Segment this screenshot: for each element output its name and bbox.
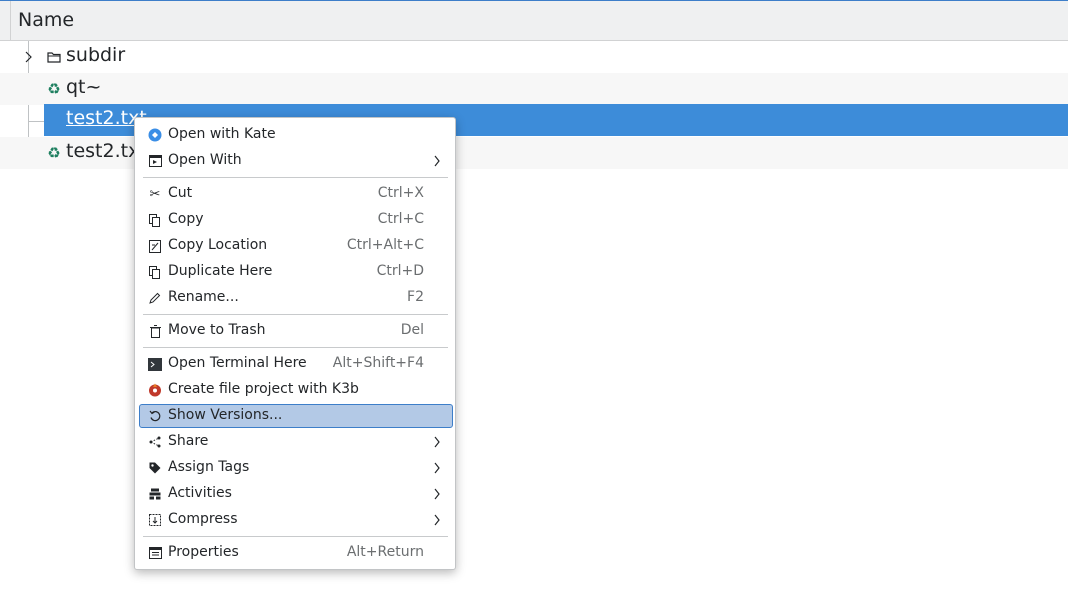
column-header-name[interactable]: Name bbox=[18, 9, 74, 31]
menu-item-label: Rename... bbox=[168, 289, 239, 305]
menu-item-move-to-trash[interactable]: Move to Trash Del bbox=[139, 319, 453, 343]
chevron-right-icon[interactable] bbox=[23, 50, 35, 64]
menu-item-label: Open With bbox=[168, 152, 242, 168]
context-menu: Open with Kate Open With ✂ Cut Ctrl+X Co… bbox=[134, 117, 456, 570]
column-header: Name bbox=[0, 0, 1068, 41]
menu-separator bbox=[143, 347, 448, 348]
trash-icon bbox=[147, 323, 163, 339]
menu-item-label: Share bbox=[168, 433, 209, 449]
file-row[interactable]: subdir bbox=[0, 41, 1068, 73]
file-view: Name subdir ♻ qt~ test2.txt ♻ test2.txt … bbox=[0, 0, 1068, 606]
kate-icon bbox=[147, 127, 163, 143]
menu-item-label: Move to Trash bbox=[168, 322, 266, 338]
menu-item-label: Compress bbox=[168, 511, 238, 527]
file-name: subdir bbox=[66, 44, 126, 66]
menu-item-duplicate-here[interactable]: Duplicate Here Ctrl+D bbox=[139, 260, 453, 284]
menu-item-open-with[interactable]: Open With bbox=[139, 149, 453, 173]
header-separator bbox=[10, 1, 11, 41]
pencil-icon bbox=[147, 290, 163, 306]
menu-item-show-versions[interactable]: Show Versions... bbox=[139, 404, 453, 428]
menu-item-rename[interactable]: Rename... F2 bbox=[139, 286, 453, 310]
k3b-icon bbox=[147, 382, 163, 398]
chevron-right-icon bbox=[434, 488, 440, 500]
menu-item-label: Show Versions... bbox=[168, 407, 283, 423]
menu-item-copy-location[interactable]: Copy Location Ctrl+Alt+C bbox=[139, 234, 453, 258]
menu-item-label: Activities bbox=[168, 485, 232, 501]
menu-item-open-with-kate[interactable]: Open with Kate bbox=[139, 123, 453, 147]
file-name: qt~ bbox=[66, 76, 102, 98]
chevron-right-icon bbox=[434, 514, 440, 526]
history-icon bbox=[147, 408, 163, 424]
menu-item-label: Open Terminal Here bbox=[168, 355, 307, 371]
menu-separator bbox=[143, 536, 448, 537]
activities-icon bbox=[147, 486, 163, 502]
menu-item-shortcut: Ctrl+C bbox=[377, 211, 424, 227]
terminal-icon bbox=[147, 356, 163, 372]
menu-item-copy[interactable]: Copy Ctrl+C bbox=[139, 208, 453, 232]
menu-item-shortcut: Ctrl+D bbox=[376, 263, 424, 279]
menu-separator bbox=[143, 177, 448, 178]
chevron-right-icon bbox=[434, 155, 440, 167]
menu-item-label: Duplicate Here bbox=[168, 263, 273, 279]
folder-icon bbox=[46, 49, 62, 65]
menu-item-shortcut: Del bbox=[400, 322, 424, 338]
compress-icon bbox=[147, 512, 163, 528]
properties-icon bbox=[147, 545, 163, 561]
menu-item-label: Properties bbox=[168, 544, 239, 560]
menu-item-share[interactable]: Share bbox=[139, 430, 453, 454]
menu-item-shortcut: Alt+Shift+F4 bbox=[332, 355, 424, 371]
menu-item-properties[interactable]: Properties Alt+Return bbox=[139, 541, 453, 565]
scissors-icon: ✂ bbox=[149, 186, 161, 202]
chevron-right-icon bbox=[434, 462, 440, 474]
menu-item-shortcut: F2 bbox=[407, 289, 424, 305]
menu-item-shortcut: Alt+Return bbox=[346, 544, 424, 560]
recycle-icon: ♻ bbox=[47, 144, 61, 162]
recycle-icon: ♻ bbox=[47, 80, 61, 98]
copy-icon bbox=[147, 212, 163, 228]
menu-item-activities[interactable]: Activities bbox=[139, 482, 453, 506]
menu-item-label: Assign Tags bbox=[168, 459, 250, 475]
menu-item-create-k3b-project[interactable]: Create file project with K3b bbox=[139, 378, 453, 402]
menu-item-label: Cut bbox=[168, 185, 193, 201]
share-icon bbox=[147, 434, 163, 450]
menu-item-label: Copy Location bbox=[168, 237, 268, 253]
menu-item-shortcut: Ctrl+Alt+C bbox=[346, 237, 424, 253]
file-row[interactable]: ♻ qt~ bbox=[0, 73, 1068, 105]
menu-item-label: Create file project with K3b bbox=[168, 381, 359, 397]
menu-item-label: Open with Kate bbox=[168, 126, 276, 142]
chevron-right-icon bbox=[434, 436, 440, 448]
menu-item-cut[interactable]: ✂ Cut Ctrl+X bbox=[139, 182, 453, 206]
duplicate-icon bbox=[147, 264, 163, 280]
copy-location-icon bbox=[147, 238, 163, 254]
menu-item-assign-tags[interactable]: Assign Tags bbox=[139, 456, 453, 480]
menu-separator bbox=[143, 314, 448, 315]
tag-icon bbox=[147, 460, 163, 476]
menu-item-label: Copy bbox=[168, 211, 204, 227]
menu-item-shortcut: Ctrl+X bbox=[377, 185, 424, 201]
open-with-icon bbox=[147, 153, 163, 169]
menu-item-open-terminal-here[interactable]: Open Terminal Here Alt+Shift+F4 bbox=[139, 352, 453, 376]
menu-item-compress[interactable]: Compress bbox=[139, 508, 453, 532]
